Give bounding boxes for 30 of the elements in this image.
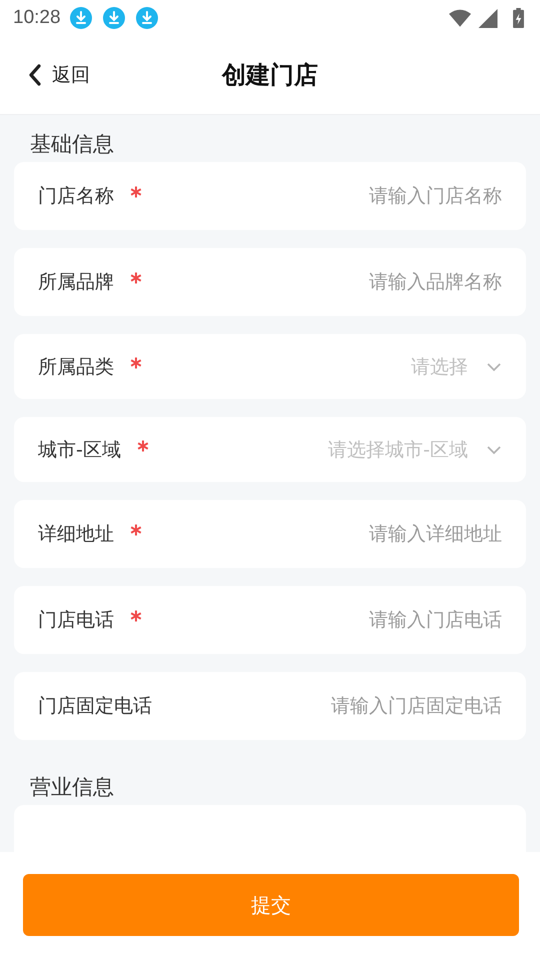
field-label: 详细地址: [38, 522, 114, 547]
back-label[interactable]: 返回: [52, 62, 90, 88]
field-label: 门店电话: [38, 608, 114, 633]
input-field[interactable]: 请输入详细地址: [152, 523, 502, 545]
status-time: 10:28: [13, 7, 61, 29]
field-label: 门店名称: [38, 184, 114, 209]
page-title: 创建门店: [222, 60, 318, 91]
input-field[interactable]: 请输入品牌名称: [152, 271, 502, 293]
download-icon: [134, 6, 159, 30]
field-label: 所属品牌: [38, 270, 114, 295]
wifi-icon: [449, 8, 471, 28]
input-field[interactable]: 请输入门店固定电话: [162, 695, 502, 717]
back-button[interactable]: 返回: [0, 62, 90, 88]
chevron-down-icon: [486, 362, 502, 372]
back-icon: [28, 63, 42, 87]
section-title: 营业信息: [29, 774, 115, 801]
section-title: 基础信息: [29, 131, 115, 158]
select-field[interactable]: 请选择: [142, 354, 502, 380]
input-field[interactable]: 请输入门店名称: [152, 185, 502, 207]
input-field[interactable]: 请输入门店电话: [152, 609, 502, 631]
field-label: 门店固定电话: [38, 694, 152, 719]
submit-button[interactable]: 提交: [23, 874, 519, 936]
download-icon: [68, 6, 93, 30]
signal-icon: [477, 8, 499, 28]
field-label: 城市-区域: [38, 438, 121, 462]
chevron-down-icon: [486, 444, 502, 454]
select-field[interactable]: 请选择城市-区域: [148, 436, 502, 462]
battery-icon: [513, 8, 524, 28]
download-icon: [102, 6, 126, 30]
field-label: 所属品类: [38, 354, 114, 380]
